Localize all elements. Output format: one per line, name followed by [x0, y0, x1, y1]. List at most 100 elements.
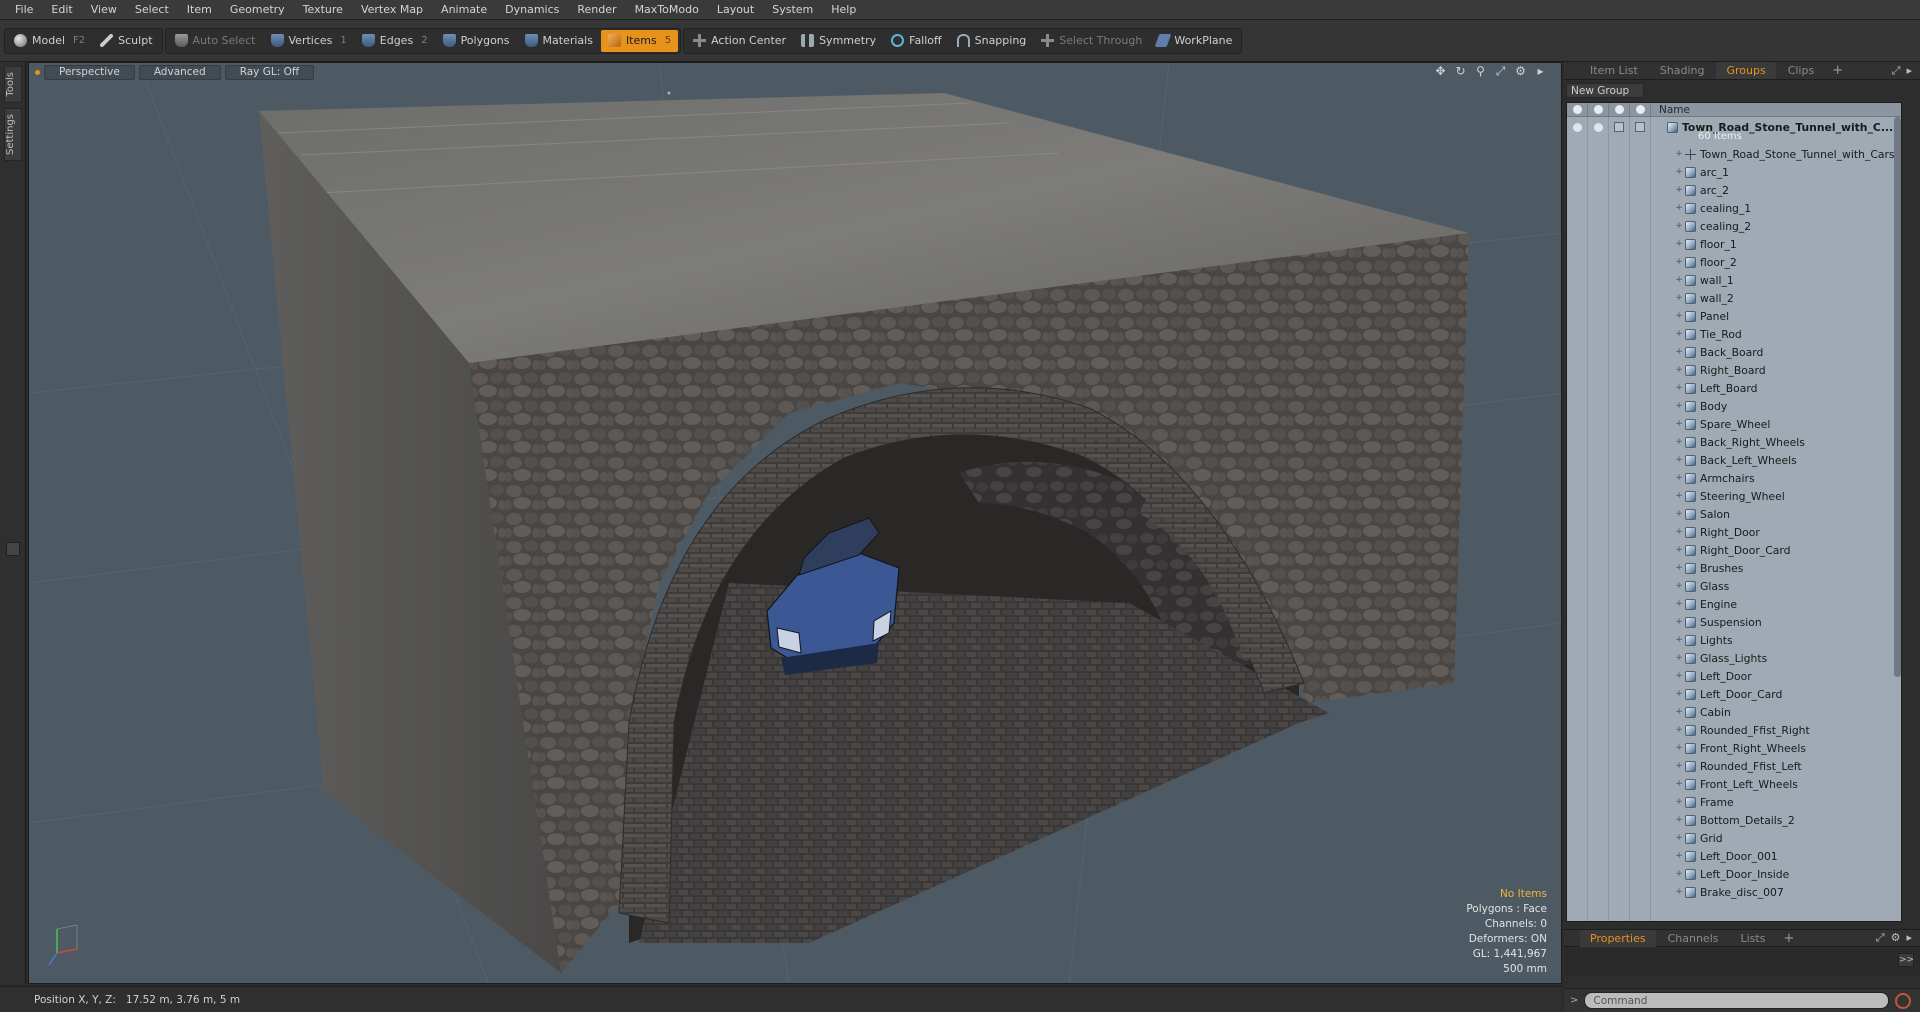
chevron-right-icon[interactable]: ▸: [1906, 931, 1912, 945]
symmetry-button[interactable]: Symmetry: [794, 30, 883, 52]
tree-item[interactable]: + Lights: [1567, 631, 1901, 649]
tree-item[interactable]: + Brushes: [1567, 559, 1901, 577]
expand-plus-icon[interactable]: +: [1673, 689, 1685, 699]
vertices-button[interactable]: Vertices 1: [264, 30, 354, 52]
tab-groups[interactable]: Groups: [1716, 62, 1776, 79]
expand-plus-icon[interactable]: +: [1673, 635, 1685, 645]
expand-plus-icon[interactable]: +: [1673, 581, 1685, 591]
tab-lists[interactable]: Lists: [1731, 930, 1776, 947]
tree-item[interactable]: + Salon: [1567, 505, 1901, 523]
expand-plus-icon[interactable]: +: [1673, 383, 1685, 393]
tree-item[interactable]: + Front_Right_Wheels: [1567, 739, 1901, 757]
tree-item[interactable]: + floor_1: [1567, 235, 1901, 253]
polygons-button[interactable]: Polygons: [436, 30, 517, 52]
tree-item[interactable]: + Front_Left_Wheels: [1567, 775, 1901, 793]
tree-item[interactable]: + wall_1: [1567, 271, 1901, 289]
edges-button[interactable]: Edges 2: [355, 30, 435, 52]
items-button[interactable]: Items 5: [600, 29, 679, 52]
expand-plus-icon[interactable]: +: [1673, 257, 1685, 267]
lock-column-header[interactable]: [1609, 103, 1630, 117]
menu-geometry[interactable]: Geometry: [221, 0, 294, 20]
menu-select[interactable]: Select: [126, 0, 178, 20]
expand-plus-icon[interactable]: +: [1673, 887, 1685, 897]
expand-plus-icon[interactable]: +: [1673, 329, 1685, 339]
expand-plus-icon[interactable]: +: [1673, 491, 1685, 501]
tab-properties[interactable]: Properties: [1580, 929, 1656, 947]
select-through-button[interactable]: Select Through: [1034, 30, 1149, 52]
tree-item[interactable]: + Spare_Wheel: [1567, 415, 1901, 433]
menu-system[interactable]: System: [763, 0, 822, 20]
menu-view[interactable]: View: [82, 0, 126, 20]
menu-dynamics[interactable]: Dynamics: [496, 0, 568, 20]
sculpt-mode-button[interactable]: Sculpt: [93, 30, 159, 52]
chevron-right-icon[interactable]: >: [1570, 995, 1578, 1006]
expand-plus-icon[interactable]: +: [1673, 743, 1685, 753]
chevron-right-icon[interactable]: ▸: [1906, 64, 1912, 78]
tree-item[interactable]: + Back_Board: [1567, 343, 1901, 361]
tree-item[interactable]: + Left_Door_001: [1567, 847, 1901, 865]
raygl-dropdown[interactable]: Ray GL: Off: [224, 64, 315, 80]
chevron-right-icon[interactable]: ▸: [1534, 65, 1547, 78]
tree-item[interactable]: + Frame: [1567, 793, 1901, 811]
3d-viewport[interactable]: Perspective Advanced Ray GL: Off ✥ ↻ ⚲ ⤢…: [28, 62, 1562, 984]
tree-item[interactable]: + Bottom_Details_2: [1567, 811, 1901, 829]
perspective-dropdown[interactable]: Perspective: [44, 64, 135, 80]
tree-item[interactable]: + Rounded_Ffist_Right: [1567, 721, 1901, 739]
tree-item[interactable]: + Left_Door: [1567, 667, 1901, 685]
tree-item[interactable]: + Suspension: [1567, 613, 1901, 631]
tree-item[interactable]: + Panel: [1567, 307, 1901, 325]
tree-scrollbar[interactable]: [1894, 117, 1901, 677]
tree-item[interactable]: + Brake_disc_007: [1567, 883, 1901, 901]
tree-item[interactable]: + Left_Door_Card: [1567, 685, 1901, 703]
expand-plus-icon[interactable]: +: [1673, 221, 1685, 231]
expand-plus-icon[interactable]: +: [1673, 437, 1685, 447]
menu-item[interactable]: Item: [178, 0, 221, 20]
tree-item[interactable]: + Right_Board: [1567, 361, 1901, 379]
materials-button[interactable]: Materials: [518, 30, 600, 52]
expand-plus-icon[interactable]: +: [1673, 725, 1685, 735]
tree-item[interactable]: + Rounded_Ffist_Left: [1567, 757, 1901, 775]
menu-render[interactable]: Render: [568, 0, 625, 20]
expand-icon[interactable]: ⤢: [1876, 931, 1885, 945]
expand-plus-icon[interactable]: +: [1673, 599, 1685, 609]
tree-item[interactable]: + floor_2: [1567, 253, 1901, 271]
expand-plus-icon[interactable]: +: [1673, 671, 1685, 681]
tree-item[interactable]: + arc_1: [1567, 163, 1901, 181]
rotate-icon[interactable]: ↻: [1454, 65, 1467, 78]
menu-maxtomodo[interactable]: MaxToModo: [626, 0, 708, 20]
expand-plus-icon[interactable]: +: [1673, 473, 1685, 483]
expand-plus-icon[interactable]: +: [1673, 419, 1685, 429]
falloff-button[interactable]: Falloff: [884, 30, 948, 52]
tree-item[interactable]: + Cabin: [1567, 703, 1901, 721]
tree-item[interactable]: + Town_Road_Stone_Tunnel_with_Cars: [1567, 145, 1901, 163]
visibility-column-header[interactable]: [1567, 103, 1588, 117]
menu-animate[interactable]: Animate: [432, 0, 496, 20]
menu-file[interactable]: File: [6, 0, 42, 20]
menu-help[interactable]: Help: [822, 0, 865, 20]
select-column-header[interactable]: [1630, 103, 1651, 117]
expand-plus-icon[interactable]: +: [1673, 779, 1685, 789]
expand-plus-icon[interactable]: +: [1673, 851, 1685, 861]
expand-plus-icon[interactable]: +: [1673, 293, 1685, 303]
expand-plus-icon[interactable]: +: [1673, 275, 1685, 285]
name-column-header[interactable]: Name: [1651, 104, 1690, 116]
workplane-button[interactable]: WorkPlane: [1150, 30, 1239, 52]
expand-plus-icon[interactable]: +: [1673, 761, 1685, 771]
props-expand-button[interactable]: >>: [1898, 953, 1914, 967]
tree-item[interactable]: + Left_Board: [1567, 379, 1901, 397]
tree-item[interactable]: + Tie_Rod: [1567, 325, 1901, 343]
menu-layout[interactable]: Layout: [708, 0, 763, 20]
expand-plus-icon[interactable]: +: [1673, 401, 1685, 411]
expand-plus-icon[interactable]: +: [1673, 203, 1685, 213]
collapse-handle[interactable]: [6, 542, 20, 556]
tree-item[interactable]: + cealing_1: [1567, 199, 1901, 217]
gear-icon[interactable]: ⚙: [1891, 931, 1901, 945]
expand-plus-icon[interactable]: +: [1673, 653, 1685, 663]
expand-plus-icon[interactable]: +: [1673, 833, 1685, 843]
tree-item[interactable]: + Left_Door_Inside: [1567, 865, 1901, 883]
menu-edit[interactable]: Edit: [42, 0, 81, 20]
tree-item[interactable]: + Back_Right_Wheels: [1567, 433, 1901, 451]
tree-item[interactable]: + arc_2: [1567, 181, 1901, 199]
expand-plus-icon[interactable]: +: [1673, 815, 1685, 825]
expand-plus-icon[interactable]: +: [1673, 707, 1685, 717]
